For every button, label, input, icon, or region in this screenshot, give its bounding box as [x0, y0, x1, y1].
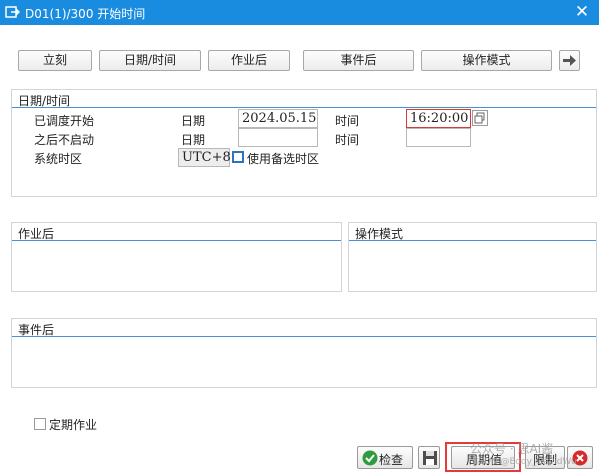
immediate-button[interactable]: 立刻 — [18, 50, 92, 71]
check-icon — [362, 450, 378, 466]
start-date-label: 日期 — [181, 114, 206, 128]
title-bar: D01(1)/300 开始时间 ✕ — [0, 0, 599, 25]
not-after-time-field[interactable] — [406, 128, 471, 147]
after-event-button[interactable]: 事件后 — [303, 50, 414, 71]
check-button-label: 检查 — [379, 453, 404, 467]
arrow-right-icon — [563, 55, 576, 66]
op-mode-group: 操作模式 — [348, 222, 597, 292]
timezone-field: UTC+8 — [178, 148, 231, 167]
save-button[interactable] — [418, 446, 440, 469]
group-divider — [349, 240, 596, 241]
group-divider — [12, 107, 596, 108]
scheduled-start-label: 已调度开始 — [34, 114, 95, 128]
op-mode-button[interactable]: 操作模式 — [421, 50, 552, 71]
group-divider — [12, 336, 596, 337]
watermark-csdn: CSDN @Eddy_DavidWu — [472, 457, 577, 467]
not-after-date-field[interactable] — [238, 128, 318, 147]
not-after-time-label: 时间 — [335, 133, 360, 147]
watermark-official-account: 公众号 · 思AI酱 — [470, 442, 554, 456]
window-title: D01(1)/300 开始时间 — [25, 7, 146, 21]
start-time-field[interactable]: 16:20:00 — [406, 109, 471, 128]
start-date-field[interactable]: 2024.05.15 — [238, 109, 318, 128]
after-job-button[interactable]: 作业后 — [208, 50, 290, 71]
timezone-label: 系统时区 — [34, 152, 83, 166]
save-icon — [423, 451, 437, 465]
periodic-job-label: 定期作业 — [49, 418, 98, 432]
next-arrow-button[interactable] — [559, 50, 580, 71]
window-icon — [5, 6, 20, 18]
not-after-date-label: 日期 — [181, 133, 206, 147]
group-divider — [12, 240, 341, 241]
start-time-label: 时间 — [335, 114, 360, 128]
close-icon[interactable]: ✕ — [573, 2, 591, 22]
after-job-group: 作业后 — [11, 222, 342, 292]
after-event-group: 事件后 — [11, 318, 597, 388]
alt-timezone-checkbox[interactable] — [232, 151, 244, 163]
not-after-label: 之后不启动 — [34, 133, 95, 147]
check-button[interactable]: 检查 — [357, 446, 413, 469]
alt-timezone-label: 使用备选时区 — [247, 152, 320, 166]
datetime-button[interactable]: 日期/时间 — [99, 50, 201, 71]
copy-icon[interactable] — [472, 110, 488, 126]
periodic-job-checkbox[interactable] — [34, 418, 46, 430]
